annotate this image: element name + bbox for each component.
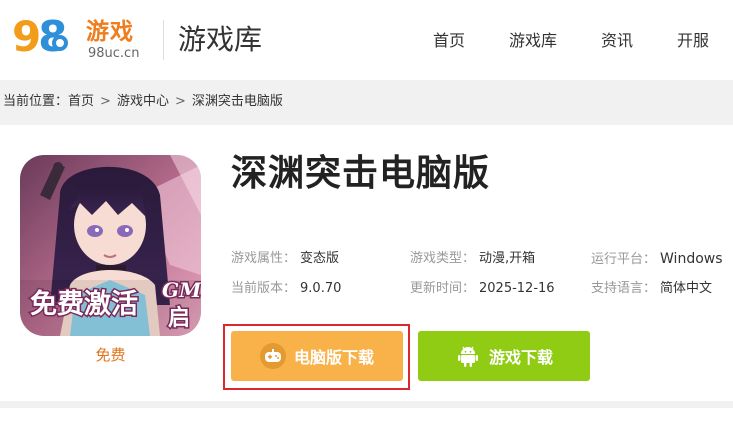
gamepad-icon: [259, 343, 286, 369]
logo-url: 98uc.cn: [88, 46, 140, 61]
meta-version: 当前版本： 9.0.70: [231, 280, 341, 298]
meta-label: 游戏类型：: [410, 251, 476, 266]
nav-home[interactable]: 首页: [433, 29, 465, 53]
meta-game-type: 游戏类型： 动漫,开箱: [410, 250, 535, 268]
breadcrumb-home[interactable]: 首页: [68, 94, 94, 109]
meta-value: 简体中文: [660, 281, 713, 296]
nav-server-open[interactable]: 开服: [677, 29, 709, 53]
site-logo[interactable]: 98 游戏 98uc.cn: [12, 13, 162, 67]
icon-badge-start: 启: [168, 305, 190, 331]
section-title: 游戏库: [178, 23, 263, 56]
meta-value: 2025-12-16: [479, 281, 555, 296]
logo-ball-icon: [52, 35, 68, 51]
pc-download-button[interactable]: 电脑版下载: [231, 331, 403, 381]
meta-label: 游戏属性：: [231, 251, 297, 266]
breadcrumb-prefix: 当前位置：: [3, 94, 69, 109]
nav-news[interactable]: 资讯: [601, 29, 633, 53]
breadcrumb: 当前位置：首页 > 游戏中心 > 深渊突击电脑版: [3, 92, 283, 112]
breadcrumb-separator: >: [100, 94, 111, 109]
meta-value: 变态版: [300, 251, 340, 266]
breadcrumb-current: 深渊突击电脑版: [191, 94, 283, 109]
meta-value: Windows: [660, 251, 723, 267]
game-icon-image: 免费激活 GM 启: [20, 155, 201, 336]
game-download-button[interactable]: 游戏下载: [418, 331, 590, 381]
meta-label: 更新时间：: [410, 281, 476, 296]
meta-label: 支持语言：: [591, 281, 657, 296]
nav-game-library[interactable]: 游戏库: [509, 29, 557, 53]
meta-value: 9.0.70: [300, 281, 342, 296]
meta-platform: 运行平台： Windows: [591, 250, 723, 269]
icon-badge-gm: GM: [162, 278, 201, 302]
meta-updated: 更新时间： 2025-12-16: [410, 280, 555, 298]
meta-value: 动漫,开箱: [479, 251, 536, 266]
meta-label: 运行平台：: [591, 252, 657, 267]
breadcrumb-game-center[interactable]: 游戏中心: [117, 94, 169, 109]
next-section-card: [0, 408, 733, 441]
icon-badge-text: 免费激活: [30, 288, 138, 320]
site-header: 98 游戏 98uc.cn 游戏库 首页 游戏库 资讯 开服: [0, 0, 733, 80]
price-label: 免费: [95, 346, 126, 364]
pc-download-label: 电脑版下载: [293, 348, 374, 367]
meta-game-attribute: 游戏属性： 变态版: [231, 250, 339, 268]
logo-text: 游戏: [86, 19, 134, 45]
meta-language: 支持语言： 简体中文: [591, 280, 712, 298]
android-icon: [455, 343, 481, 369]
meta-label: 当前版本：: [231, 281, 297, 296]
game-title: 深渊突击电脑版: [231, 153, 491, 194]
game-download-label: 游戏下载: [488, 348, 553, 367]
breadcrumb-separator: >: [174, 94, 186, 109]
header-divider: [163, 20, 164, 60]
